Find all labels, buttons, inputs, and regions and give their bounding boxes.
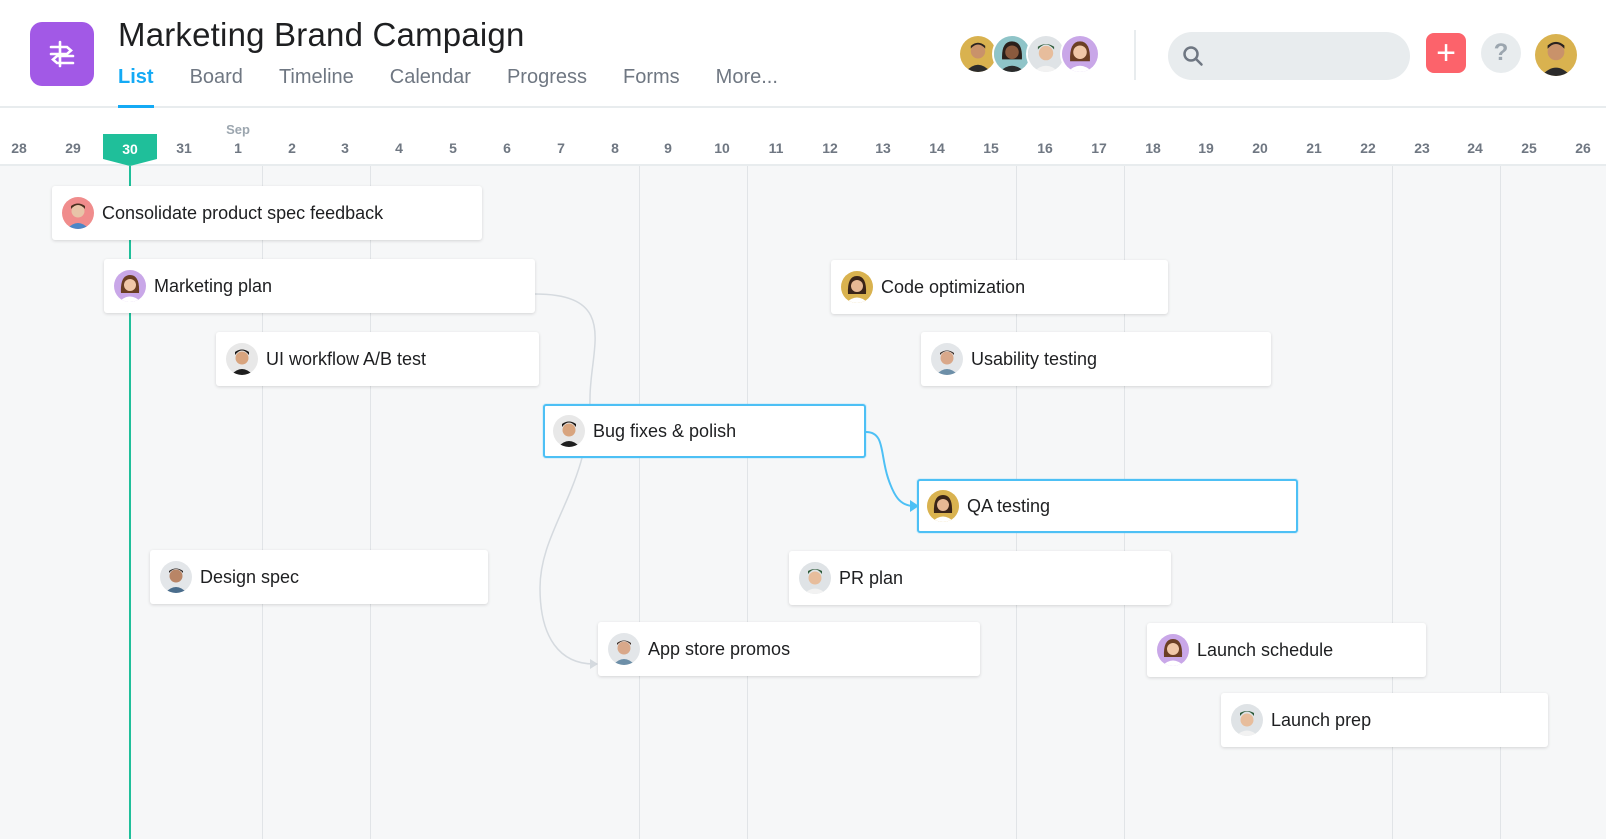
task-name: Consolidate product spec feedback — [102, 202, 384, 223]
assignee-avatar — [931, 343, 963, 375]
date-label: 2 — [288, 140, 296, 156]
timeline-icon[interactable] — [30, 22, 94, 86]
task-card[interactable]: Marketing plan — [104, 259, 535, 313]
assignee-avatar — [927, 490, 959, 522]
date-label: 8 — [611, 140, 619, 156]
assignee-avatar — [553, 415, 585, 447]
task-name: UI workflow A/B test — [266, 348, 427, 369]
date-label: 20 — [1252, 140, 1268, 156]
task-name: QA testing — [967, 495, 1051, 516]
date-label: 14 — [929, 140, 945, 156]
task-card[interactable]: App store promos — [598, 622, 980, 676]
assignee-avatar — [114, 270, 146, 302]
month-label: Sep — [226, 122, 250, 137]
dependency-line — [534, 293, 596, 665]
task-card[interactable]: Launch schedule — [1147, 623, 1426, 677]
search-input[interactable] — [1214, 47, 1394, 65]
date-label: 22 — [1360, 140, 1376, 156]
assignee-avatar — [841, 271, 873, 303]
date-label: 24 — [1467, 140, 1483, 156]
date-label: 25 — [1521, 140, 1537, 156]
date-label: 11 — [768, 140, 784, 156]
task-card[interactable]: Launch prep — [1221, 693, 1548, 747]
date-label: 9 — [664, 140, 672, 156]
dependency-line-active — [865, 431, 915, 507]
task-name: Launch prep — [1271, 709, 1372, 730]
question-icon: ? — [1493, 39, 1509, 66]
task-card[interactable]: UI workflow A/B test — [216, 332, 539, 386]
assignee-avatar — [62, 197, 94, 229]
tab-list[interactable]: List — [118, 64, 154, 108]
timeline-view: Sep 30 28 29 31 1 2 3 4 5 6 7 8 9 10 11 … — [0, 108, 1606, 839]
task-name: Launch schedule — [1197, 639, 1334, 660]
tab-timeline[interactable]: Timeline — [279, 64, 354, 108]
date-label: 31 — [176, 140, 192, 156]
task-name: Usability testing — [971, 348, 1098, 369]
date-header: Sep 30 28 29 31 1 2 3 4 5 6 7 8 9 10 11 … — [0, 108, 1606, 166]
user-avatar[interactable] — [1535, 34, 1577, 76]
date-label: 16 — [1037, 140, 1053, 156]
member-avatar[interactable] — [1060, 34, 1100, 74]
task-card[interactable]: Design spec — [150, 550, 488, 604]
task-name: App store promos — [648, 638, 791, 659]
tab-board[interactable]: Board — [190, 64, 243, 108]
dependency-arrow — [590, 659, 598, 669]
date-label: 28 — [11, 140, 27, 156]
assignee-avatar — [1231, 704, 1263, 736]
tab-progress[interactable]: Progress — [507, 64, 587, 108]
assignee-avatar — [160, 561, 192, 593]
project-members[interactable] — [958, 34, 1100, 76]
week-gridline — [639, 166, 640, 839]
task-card[interactable]: PR plan — [789, 551, 1171, 605]
task-card[interactable]: Consolidate product spec feedback — [52, 186, 482, 240]
search-box[interactable] — [1168, 32, 1410, 80]
add-button[interactable]: + — [1426, 33, 1466, 73]
project-header: Marketing Brand Campaign List Board Time… — [0, 0, 1606, 108]
date-label: 29 — [65, 140, 81, 156]
date-label: 26 — [1575, 140, 1591, 156]
header-divider — [1134, 30, 1136, 80]
week-gridline — [747, 166, 748, 839]
date-label: 19 — [1198, 140, 1214, 156]
help-button[interactable]: ? — [1481, 33, 1521, 73]
date-label: 17 — [1091, 140, 1107, 156]
date-label: 13 — [875, 140, 891, 156]
tab-calendar[interactable]: Calendar — [390, 64, 471, 108]
assignee-avatar — [226, 343, 258, 375]
date-label: 4 — [395, 140, 403, 156]
today-marker: 30 — [103, 134, 157, 166]
tab-more[interactable]: More... — [716, 64, 778, 108]
assignee-avatar — [1157, 634, 1189, 666]
date-label: 18 — [1145, 140, 1161, 156]
date-label: 12 — [822, 140, 838, 156]
assignee-avatar — [608, 633, 640, 665]
task-card[interactable]: Code optimization — [831, 260, 1168, 314]
date-label: 5 — [449, 140, 457, 156]
date-label: 23 — [1414, 140, 1430, 156]
date-label: 3 — [341, 140, 349, 156]
task-card-selected[interactable]: Bug fixes & polish — [543, 404, 866, 458]
task-name: Marketing plan — [154, 275, 273, 296]
task-name: Design spec — [200, 566, 300, 587]
task-card-selected[interactable]: QA testing — [917, 479, 1298, 533]
task-name: Code optimization — [881, 276, 1026, 297]
tab-forms[interactable]: Forms — [623, 64, 680, 108]
search-icon — [1183, 46, 1203, 66]
project-tabs: List Board Timeline Calendar Progress Fo… — [118, 64, 814, 108]
task-name: Bug fixes & polish — [593, 420, 737, 441]
date-label: 7 — [557, 140, 565, 156]
date-label: 15 — [983, 140, 999, 156]
date-label: 1 — [234, 140, 242, 156]
assignee-avatar — [799, 562, 831, 594]
task-name: PR plan — [839, 567, 904, 588]
task-card[interactable]: Usability testing — [921, 332, 1271, 386]
date-label: 10 — [714, 140, 730, 156]
plus-icon: + — [1436, 34, 1456, 72]
date-label: 6 — [503, 140, 511, 156]
project-title: Marketing Brand Campaign — [118, 16, 525, 53]
date-label: 21 — [1306, 140, 1322, 156]
